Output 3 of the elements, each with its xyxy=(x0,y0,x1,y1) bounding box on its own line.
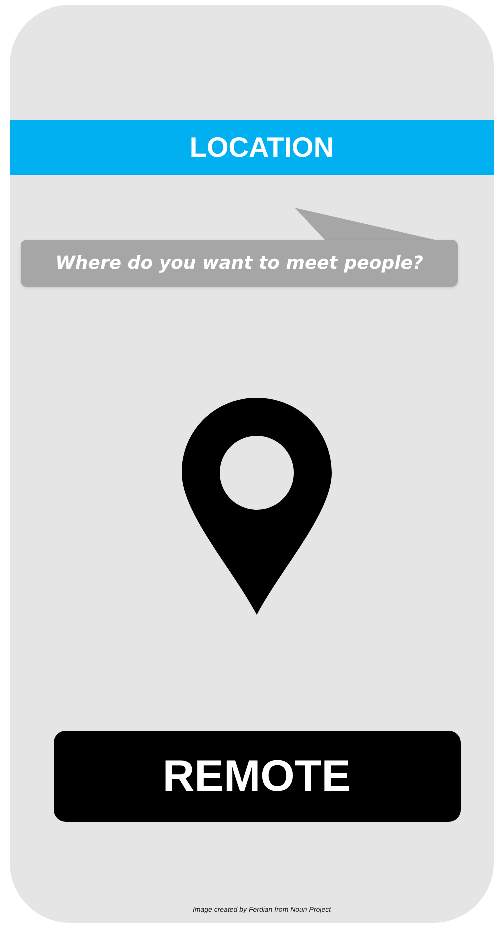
location-pin-icon xyxy=(182,398,332,615)
remote-button[interactable]: REMOTE xyxy=(54,731,460,822)
header-bar: LOCATION xyxy=(10,120,494,175)
